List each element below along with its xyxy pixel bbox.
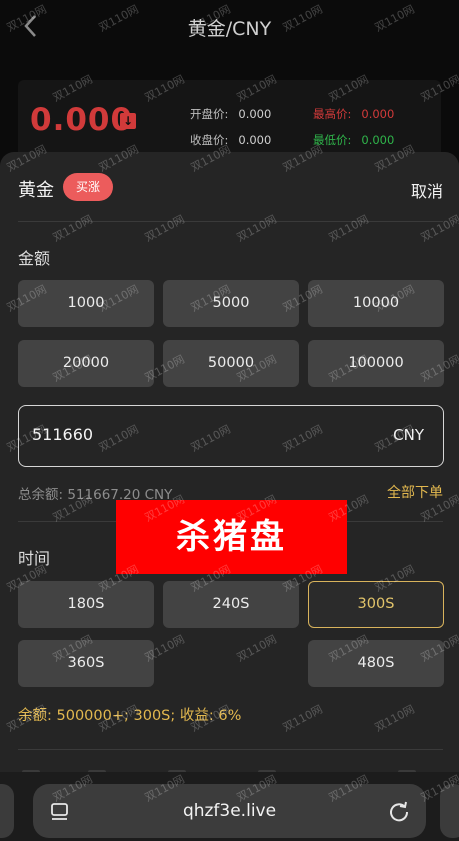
current-price: 0.000 bbox=[30, 102, 134, 138]
url-text[interactable]: qhzf3e.live bbox=[33, 801, 426, 821]
open-price-value: 0.000 bbox=[238, 107, 272, 121]
low-price-label: 最低价: bbox=[313, 133, 352, 147]
direction-badge: 买涨 bbox=[63, 173, 113, 201]
time-section-label: 时间 bbox=[18, 549, 51, 568]
divider bbox=[18, 221, 443, 222]
cancel-button[interactable]: 取消 bbox=[411, 178, 443, 202]
time-option-300s[interactable]: 300S bbox=[308, 581, 444, 628]
next-tab-preview[interactable] bbox=[440, 784, 459, 838]
price-down-icon: ↓ bbox=[120, 113, 136, 129]
open-price-label: 开盘价: bbox=[190, 107, 229, 121]
all-in-button[interactable]: 全部下单 bbox=[387, 482, 443, 502]
browser-bar: qhzf3e.live bbox=[0, 772, 459, 841]
close-price-stat: 收盘价: 0.000 bbox=[190, 132, 271, 148]
high-price-label: 最高价: bbox=[313, 107, 352, 121]
reload-icon[interactable] bbox=[386, 798, 412, 824]
low-price-stat: 最低价: 0.000 bbox=[313, 132, 394, 148]
asset-name: 黄金 bbox=[18, 180, 54, 201]
amount-option-20000[interactable]: 20000 bbox=[18, 340, 154, 387]
amount-input[interactable]: 511660 CNY bbox=[18, 405, 444, 467]
close-price-label: 收盘价: bbox=[190, 133, 229, 147]
close-price-value: 0.000 bbox=[238, 133, 272, 147]
background-header: 黄金/CNY bbox=[0, 0, 459, 52]
divider bbox=[18, 749, 443, 750]
amount-option-50000[interactable]: 50000 bbox=[163, 340, 299, 387]
low-price-value: 0.000 bbox=[361, 133, 395, 147]
time-option-240s[interactable]: 240S bbox=[163, 581, 299, 628]
high-price-stat: 最高价: 0.000 bbox=[313, 106, 394, 122]
order-summary: 余额: 500000+; 300S; 收益: 6% bbox=[18, 708, 242, 724]
time-option-480s[interactable]: 480S bbox=[308, 640, 444, 687]
amount-option-100000[interactable]: 100000 bbox=[308, 340, 444, 387]
amount-section-label: 金额 bbox=[18, 249, 51, 268]
amount-option-10000[interactable]: 10000 bbox=[308, 280, 444, 327]
open-price-stat: 开盘价: 0.000 bbox=[190, 106, 271, 122]
amount-currency: CNY bbox=[393, 426, 424, 444]
order-sheet: 黄金 买涨 取消 金额 1000 5000 10000 20000 50000 … bbox=[0, 152, 459, 841]
amount-option-5000[interactable]: 5000 bbox=[163, 280, 299, 327]
previous-tab-preview[interactable] bbox=[0, 784, 14, 838]
high-price-value: 0.000 bbox=[361, 107, 395, 121]
amount-option-1000[interactable]: 1000 bbox=[18, 280, 154, 327]
background-title: 黄金/CNY bbox=[187, 18, 272, 40]
amount-input-value[interactable]: 511660 bbox=[32, 425, 93, 444]
address-bar[interactable]: qhzf3e.live bbox=[33, 784, 426, 838]
time-option-360s[interactable]: 360S bbox=[18, 640, 154, 687]
time-option-180s[interactable]: 180S bbox=[18, 581, 154, 628]
scam-warning-banner: 杀猪盘 bbox=[116, 500, 347, 574]
